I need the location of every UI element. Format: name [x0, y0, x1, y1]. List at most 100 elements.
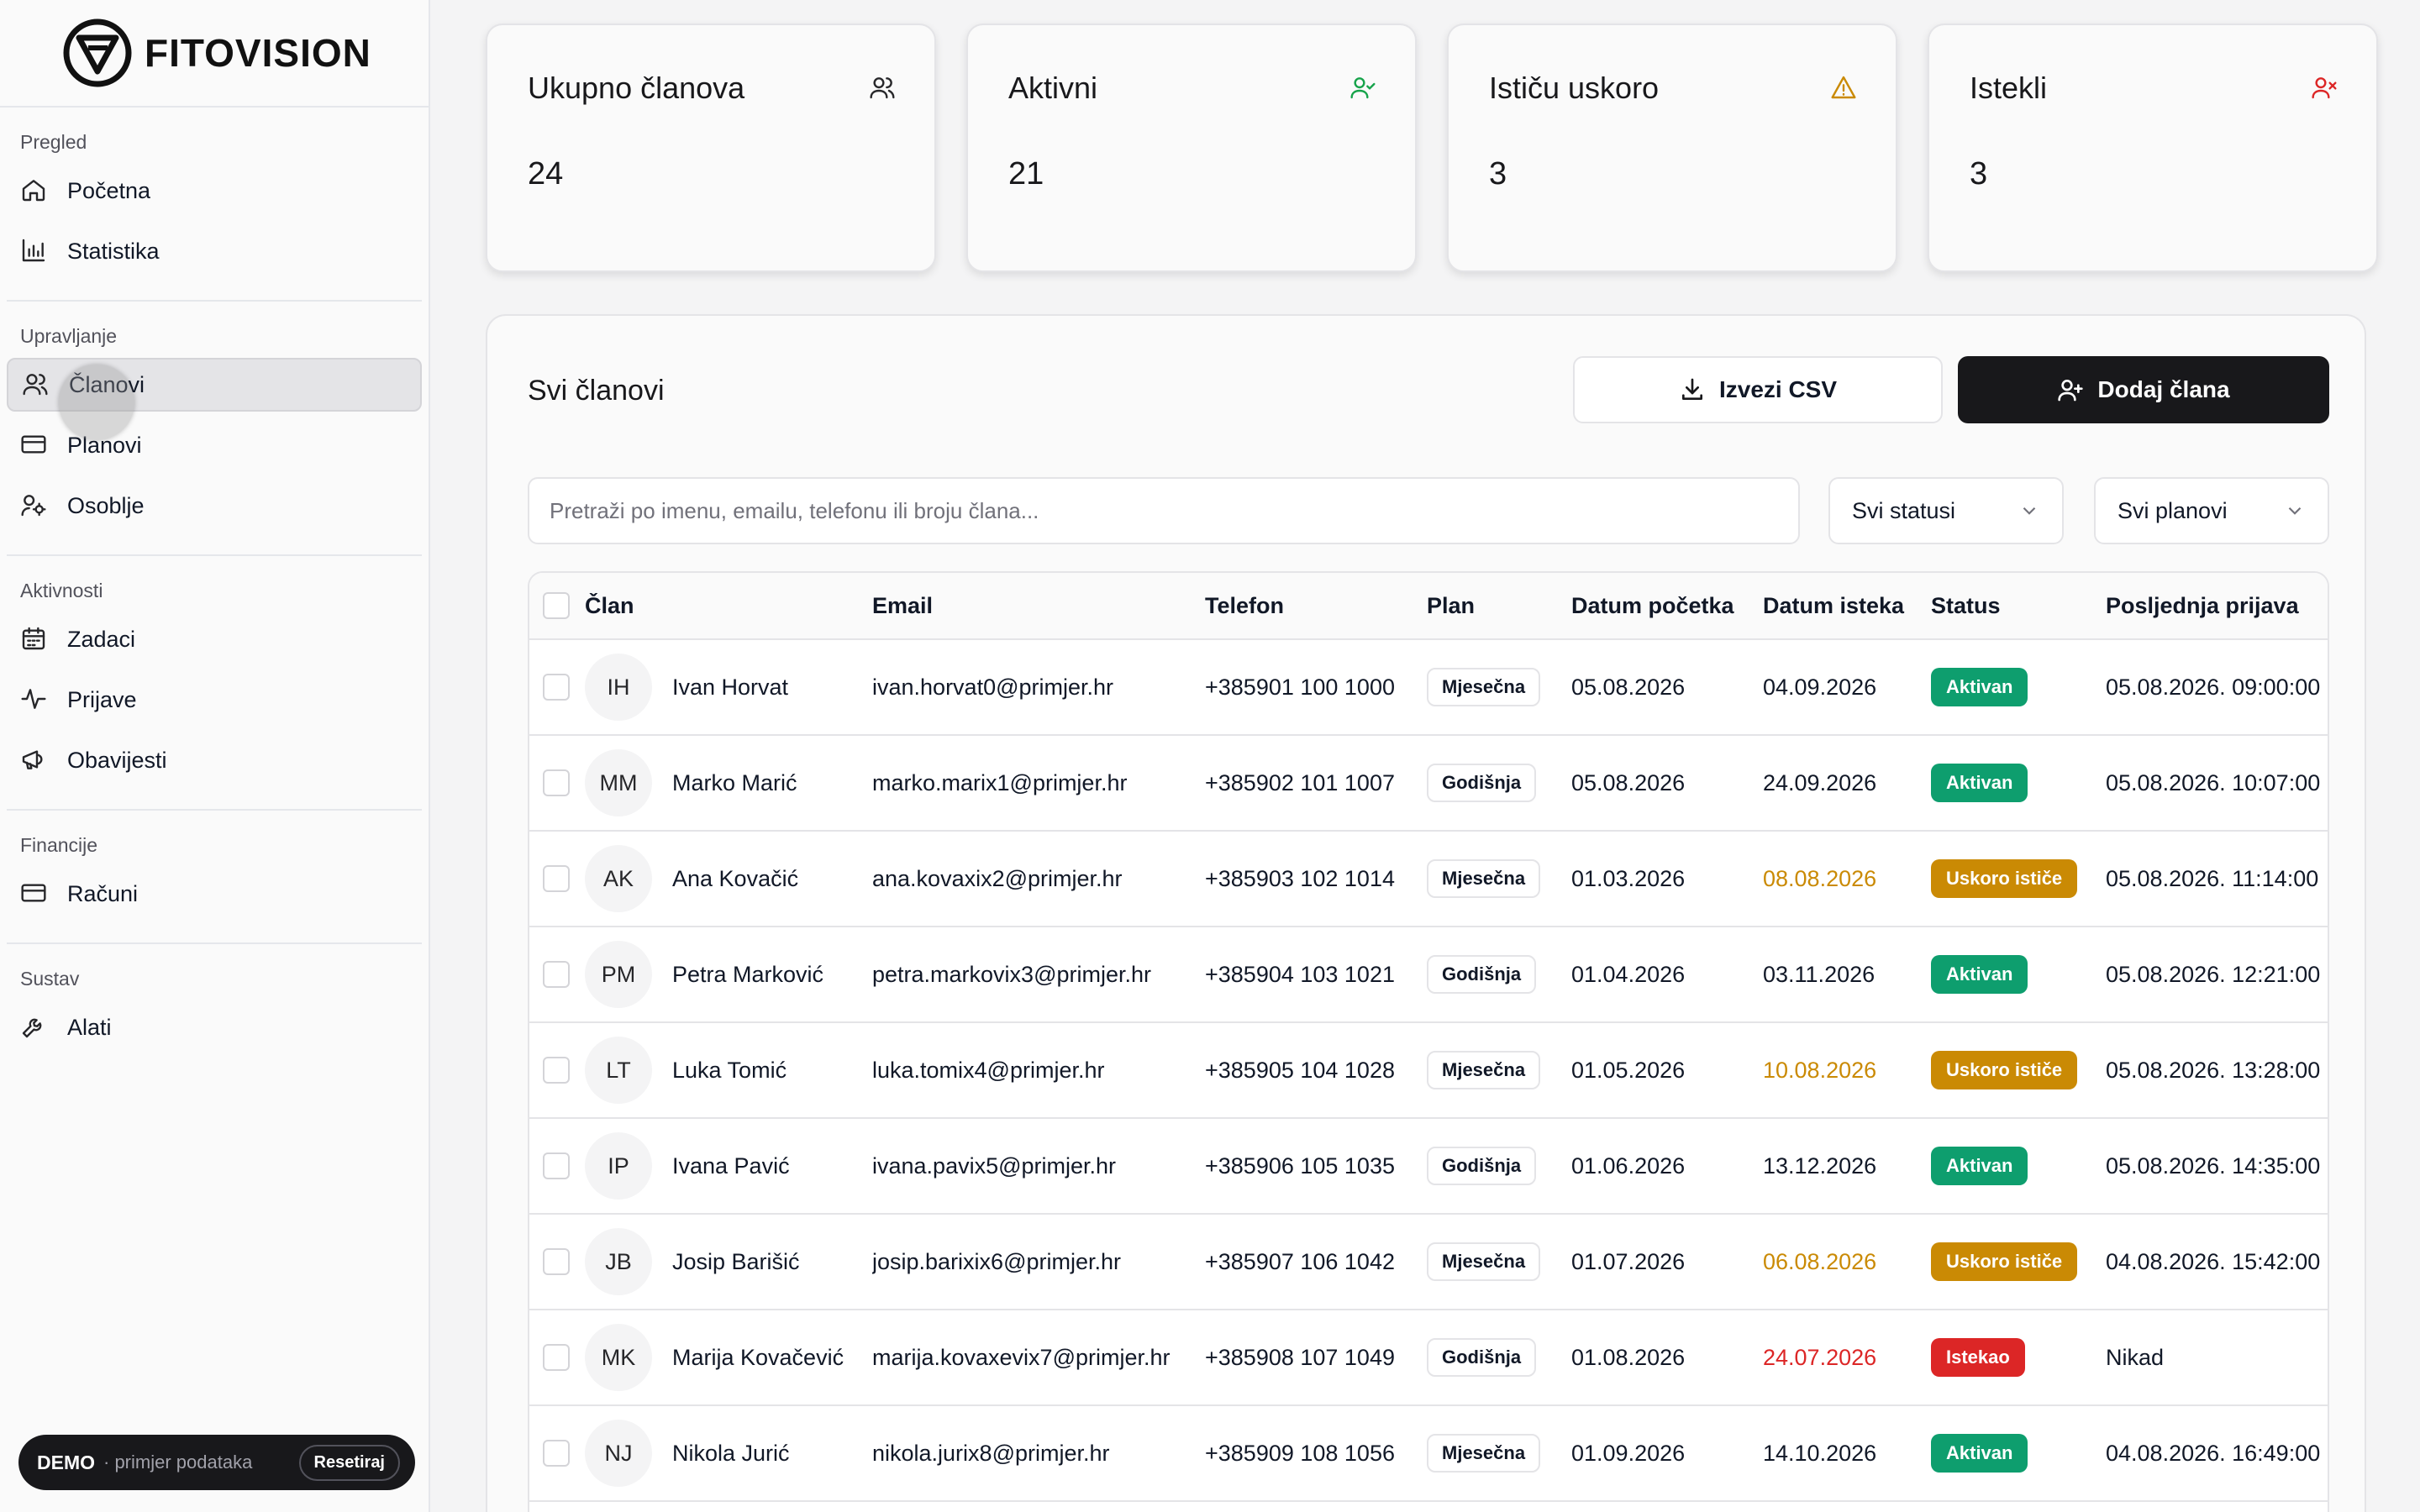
header-member[interactable]: Član [585, 593, 872, 619]
table-row[interactable]: MM Marko Marić marko.marix1@primjer.hr +385… [529, 736, 2328, 832]
select-all-cell [529, 592, 585, 619]
table-row[interactable]: IH Ivan Horvat ivan.horvat0@primjer.hr +385… [529, 640, 2328, 736]
row-select-cell [529, 1344, 585, 1371]
member-name[interactable]: Luka Tomić [672, 1058, 786, 1084]
table-header: Član Email Telefon Plan Datum početka Da… [529, 573, 2328, 640]
row-checkbox[interactable] [543, 865, 570, 892]
sidebar-item-label: Zadaci [67, 626, 136, 652]
member-cell: NJ Nikola Jurić [585, 1420, 872, 1487]
stat-value: 3 [1489, 156, 1507, 192]
select-all-checkbox[interactable] [543, 592, 570, 619]
start-date: 01.05.2026 [1571, 1057, 1686, 1083]
brand-logo[interactable]: FITOVISION [0, 0, 429, 108]
table-row[interactable]: PM Petra Marković petra.markovix3@primjer.… [529, 927, 2328, 1023]
sidebar-item[interactable]: Osoblje [7, 479, 422, 533]
member-name[interactable]: Nikola Jurić [672, 1441, 790, 1467]
member-name[interactable]: Petra Marković [672, 962, 823, 988]
row-checkbox[interactable] [543, 674, 570, 701]
stat-value: 24 [528, 156, 564, 192]
member-email: josip.barixix6@primjer.hr [872, 1248, 1121, 1274]
stat-value: 21 [1008, 156, 1044, 192]
chevron-down-icon [2018, 500, 2040, 522]
last-checkin: 04.08.2026. 15:42:00 [2106, 1248, 2321, 1274]
end-date: 06.08.2026 [1763, 1248, 1877, 1274]
row-checkbox[interactable] [543, 1344, 570, 1371]
start-date: 01.07.2026 [1571, 1248, 1686, 1274]
member-phone: +385902 101 1007 [1205, 769, 1395, 795]
member-email: ivana.pavix5@primjer.hr [872, 1152, 1117, 1179]
members-panel: Svi članovi Izvezi CSV Dodaj člana Svi s… [486, 314, 2366, 1512]
row-select-cell [529, 1248, 585, 1275]
member-name[interactable]: Ana Kovačić [672, 866, 798, 892]
sidebar-item-label: Početna [67, 177, 151, 203]
member-cell: IH Ivan Horvat [585, 654, 872, 721]
row-select-cell [529, 865, 585, 892]
avatar: AK [585, 845, 652, 912]
staff-icon [20, 491, 49, 520]
add-member-button[interactable]: Dodaj člana [1958, 356, 2329, 423]
header-last-checkin[interactable]: Posljednja prijava [2106, 593, 2328, 619]
member-cell: JB Josip Barišić [585, 1228, 872, 1295]
row-checkbox[interactable] [543, 1248, 570, 1275]
sidebar-item[interactable]: Računi [7, 867, 422, 921]
add-member-label: Dodaj člana [2097, 376, 2230, 402]
table-row[interactable]: AK Ana Kovačić ana.kovaxix2@primjer.hr +385… [529, 832, 2328, 927]
row-checkbox[interactable] [543, 769, 570, 796]
reset-demo-button[interactable]: Resetiraj [298, 1444, 400, 1481]
header-plan[interactable]: Plan [1427, 593, 1571, 619]
status-badge: Uskoro ističe [1931, 1242, 2078, 1281]
row-checkbox[interactable] [543, 1057, 570, 1084]
members-table: Član Email Telefon Plan Datum početka Da… [528, 571, 2329, 1512]
sidebar-item[interactable]: Obavijesti [7, 733, 422, 787]
sidebar-item[interactable]: Statistika [7, 224, 422, 278]
user-plus-icon [2057, 376, 2084, 403]
plan-filter-select[interactable]: Svi planovi [2094, 477, 2329, 544]
header-start-date[interactable]: Datum početka [1571, 593, 1763, 619]
sidebar-item-label: Statistika [67, 238, 160, 264]
member-name[interactable]: Josip Barišić [672, 1249, 800, 1275]
member-email: petra.markovix3@primjer.hr [872, 961, 1152, 987]
member-phone: +385905 104 1028 [1205, 1057, 1395, 1083]
sidebar-group-title: Sustav [20, 968, 80, 990]
sidebar-group: Financije Računi [7, 811, 422, 944]
sidebar-item[interactable]: Zadaci [7, 612, 422, 666]
last-checkin: 05.08.2026. 10:07:00 [2106, 769, 2321, 795]
sidebar-item-label: Alati [67, 1014, 112, 1040]
table-row[interactable]: MK Marija Kovačević marija.kovaxevix7@prim… [529, 1310, 2328, 1406]
plan-filter-value: Svi planovi [2118, 497, 2228, 523]
member-email: marko.marix1@primjer.hr [872, 769, 1128, 795]
end-date: 03.11.2026 [1763, 961, 1876, 987]
table-row[interactable]: NJ Nikola Jurić nikola.jurix8@primjer.hr +3… [529, 1406, 2328, 1502]
row-checkbox[interactable] [543, 1440, 570, 1467]
search-input[interactable] [528, 477, 1800, 544]
last-checkin: 04.08.2026. 16:49:00 [2106, 1440, 2321, 1466]
sidebar-group: Aktivnosti Zadaci Prijave Obavijesti [7, 556, 422, 811]
header-phone[interactable]: Telefon [1205, 593, 1427, 619]
export-csv-button[interactable]: Izvezi CSV [1573, 356, 1943, 423]
member-name[interactable]: Marija Kovačević [672, 1345, 844, 1371]
activity-icon [20, 685, 49, 714]
status-badge: Aktivan [1931, 1434, 2028, 1473]
panel-title: Svi članovi [528, 375, 665, 407]
table-row[interactable]: JB Josip Barišić josip.barixix6@primjer.hr… [529, 1215, 2328, 1310]
sidebar-item[interactable]: Početna [7, 164, 422, 218]
sidebar-item[interactable]: Prijave [7, 673, 422, 727]
sidebar-item[interactable]: Alati [7, 1000, 422, 1054]
status-badge: Uskoro ističe [1931, 859, 2078, 898]
member-name[interactable]: Ivana Pavić [672, 1153, 790, 1179]
avatar: MK [585, 1324, 652, 1391]
status-filter-select[interactable]: Svi statusi [1828, 477, 2064, 544]
header-end-date[interactable]: Datum isteka [1763, 593, 1931, 619]
plan-badge: Mjesečna [1427, 668, 1541, 706]
header-email[interactable]: Email [872, 593, 1205, 619]
table-row[interactable]: IP Ivana Pavić ivana.pavix5@primjer.hr +385… [529, 1119, 2328, 1215]
table-row[interactable]: LT Luka Tomić luka.tomix4@primjer.hr +38590… [529, 1023, 2328, 1119]
member-name[interactable]: Marko Marić [672, 770, 797, 796]
row-checkbox[interactable] [543, 1152, 570, 1179]
row-checkbox[interactable] [543, 961, 570, 988]
home-icon [20, 176, 49, 205]
calendar-icon [20, 625, 49, 654]
header-status[interactable]: Status [1931, 593, 2106, 619]
member-name[interactable]: Ivan Horvat [672, 675, 788, 701]
plan-cell: Godišnja [1427, 1147, 1571, 1185]
